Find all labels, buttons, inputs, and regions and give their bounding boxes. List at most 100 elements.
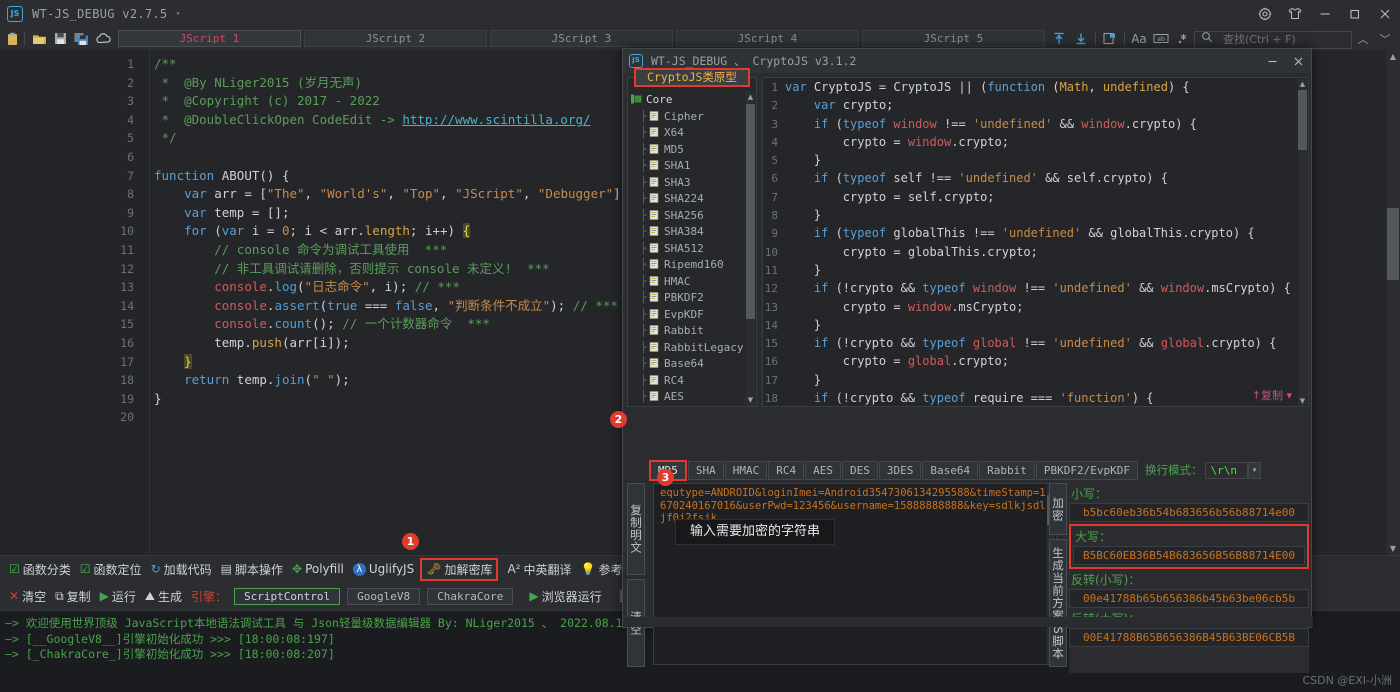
settings-icon[interactable] <box>1250 0 1280 27</box>
tree-node-RC4[interactable]: ├ RC4 <box>628 373 758 390</box>
algo-tab-AES[interactable]: AES <box>805 460 841 480</box>
goto-top-icon[interactable] <box>1048 29 1070 48</box>
algo-tab-Rabbit[interactable]: Rabbit <box>979 460 1035 480</box>
engine-GoogleV8[interactable]: GoogleV8 <box>347 587 421 605</box>
action-运行[interactable]: ▶ 运行 <box>100 588 136 605</box>
tree-node-Base64[interactable]: ├ Base64 <box>628 356 758 373</box>
theme-shirt-icon[interactable] <box>1280 0 1310 27</box>
find-next-button[interactable]: ﹀ <box>1374 31 1396 47</box>
tree-node-AES[interactable]: ├ AES <box>628 389 758 406</box>
engine-ChakraCore[interactable]: ChakraCore <box>427 587 514 605</box>
tree-node-TripleDES[interactable]: ├TripleDES <box>628 406 758 407</box>
scroll-up-arrow[interactable]: ▲ <box>1387 50 1399 63</box>
feature-函数分类[interactable]: ☑ 函数分类 <box>9 561 71 578</box>
class-tree-list[interactable]: Core ├ Cipher ├ X64 ├ MD5 ├ SHA1 ├ SHA3 ├ SHA224 ├ SHA… <box>628 92 758 406</box>
engine-ScriptControl[interactable]: ScriptControl <box>234 587 341 605</box>
algo-tab-3DES[interactable]: 3DES <box>878 460 922 480</box>
close-icon[interactable] <box>1285 49 1311 73</box>
cryptojs-source-view[interactable]: 1 var CryptoJS = CryptoJS || (function (M… <box>762 77 1309 407</box>
algo-tab-PBKDF2/EvpKDF[interactable]: PBKDF2/EvpKDF <box>1035 460 1138 480</box>
wrapmode-value[interactable]: \r\n <box>1205 461 1248 479</box>
tree-node-Rabbit[interactable]: ├ Rabbit <box>628 323 758 340</box>
script-tab-4[interactable]: JScript 4 <box>675 30 859 47</box>
feature-加载代码[interactable]: ↻ 加载代码 <box>151 561 212 578</box>
cryptojs-source-lines[interactable]: 1 var CryptoJS = CryptoJS || (function (M… <box>763 78 1308 406</box>
tree-node-EvpKDF[interactable]: ├ EvpKDF <box>628 307 758 324</box>
search-input[interactable] <box>1194 30 1352 49</box>
algo-tab-SHA[interactable]: SHA <box>687 460 724 480</box>
algo-tab-HMAC[interactable]: HMAC <box>724 460 768 480</box>
tree-node-SHA256[interactable]: ├ SHA256 <box>628 208 758 225</box>
feature-Polyfill[interactable]: ✥ Polyfill <box>292 562 344 576</box>
tree-node-Core[interactable]: Core <box>628 92 758 109</box>
script-tab-1[interactable]: JScript 1 <box>117 30 301 47</box>
whole-word-icon[interactable]: ab <box>1150 29 1172 48</box>
script-tab-2[interactable]: JScript 2 <box>303 30 487 47</box>
cryptojs-window[interactable]: JS WT-JS_DEBUG 、 CryptoJS v3.1.2 CryptoJ… <box>622 48 1313 673</box>
editor-vertical-scrollbar[interactable]: ▲ ▼ <box>1386 50 1400 555</box>
tree-node-MD5[interactable]: ├ MD5 <box>628 142 758 159</box>
script-tab-5[interactable]: JScript 5 <box>861 30 1045 47</box>
action-清空[interactable]: ✕ 清空 <box>9 588 46 605</box>
tree-node-RabbitLegacy[interactable]: ├ RabbitLegacy <box>628 340 758 357</box>
regex-icon[interactable] <box>1172 29 1194 48</box>
bookmark-icon[interactable] <box>1099 29 1121 48</box>
tree-node-SHA1[interactable]: ├ SHA1 <box>628 158 758 175</box>
close-icon[interactable] <box>1370 0 1400 27</box>
scrollbar-thumb[interactable] <box>1298 90 1307 150</box>
tree-node-Ripemd160[interactable]: ├ Ripemd160 <box>628 257 758 274</box>
minimize-icon[interactable] <box>1310 0 1340 27</box>
scroll-up-arrow[interactable]: ▲ <box>1298 79 1307 90</box>
chevron-down-icon[interactable]: ▾ <box>175 9 180 18</box>
algo-tab-Base64[interactable]: Base64 <box>922 460 979 480</box>
tree-node-SHA512[interactable]: ├ SHA512 <box>628 241 758 258</box>
match-case-icon[interactable]: Aa <box>1128 29 1150 48</box>
action-浏览器运行[interactable]: ▶ 浏览器运行 <box>529 588 601 605</box>
algo-tab-RC4[interactable]: RC4 <box>768 460 805 480</box>
algo-tab-DES[interactable]: DES <box>842 460 878 480</box>
minimize-icon[interactable] <box>1259 49 1285 73</box>
output-value[interactable]: 00E41788B65B656386B45B63BE06CB5B <box>1069 628 1309 647</box>
tree-node-X64[interactable]: ├ X64 <box>628 125 758 142</box>
plaintext-input[interactable]: equtype=ANDROID&loginImei=Android3547306… <box>653 483 1057 665</box>
copy-plaintext-button[interactable]: 复制明文 <box>627 483 645 575</box>
tree-node-SHA384[interactable]: ├ SHA384 <box>628 224 758 241</box>
save-icon[interactable] <box>52 29 70 48</box>
tree-node-SHA3[interactable]: ├ SHA3 <box>628 175 758 192</box>
tree-node-Cipher[interactable]: ├ Cipher <box>628 109 758 126</box>
open-folder-icon[interactable] <box>31 29 49 48</box>
scrollbar-thumb[interactable] <box>746 104 755 319</box>
script-tab-3[interactable]: JScript 3 <box>489 30 673 47</box>
scroll-down-arrow[interactable]: ▼ <box>1387 542 1399 555</box>
output-value[interactable]: b5bc60eb36b54b683656b56b88714e00 <box>1069 503 1309 522</box>
action-复制[interactable]: ⧉ 复制 <box>55 588 91 605</box>
scroll-down-arrow[interactable]: ▼ <box>746 395 755 406</box>
class-tree-scrollbar[interactable]: ▲ ▼ <box>746 92 755 406</box>
class-tree-panel[interactable]: CryptoJS类原型 Core ├ Cipher ├ X64 ├ MD5 ├ SHA1 ├ SHA… <box>627 68 758 407</box>
scrollbar-thumb[interactable] <box>1387 208 1399 280</box>
find-prev-button[interactable]: ︿ <box>1352 31 1374 47</box>
encrypt-button[interactable]: 加密 <box>1049 483 1067 535</box>
generate-script-button[interactable]: 生成当前方案JS脚本 <box>1049 539 1067 667</box>
chevron-down-icon[interactable]: ▾ <box>1247 461 1261 479</box>
copy-source-button[interactable]: ↑复制 ▾ <box>1252 387 1292 403</box>
feature-中英翻译[interactable]: A² 中英翻译 <box>507 561 571 578</box>
output-value[interactable]: B5BC60EB36B54B683656B56B88714E00 <box>1073 546 1305 565</box>
tree-node-HMAC[interactable]: ├ HMAC <box>628 274 758 291</box>
scroll-down-arrow[interactable]: ▼ <box>1298 396 1307 406</box>
tree-node-SHA224[interactable]: ├ SHA224 <box>628 191 758 208</box>
feature-加解密库[interactable]: 🗝 加解密库 <box>420 557 499 581</box>
cloud-icon[interactable] <box>94 29 112 48</box>
maximize-icon[interactable] <box>1340 0 1370 27</box>
output-value[interactable]: 00e41788b65b656386b45b63be06cb5b <box>1069 589 1309 608</box>
feature-脚本操作[interactable]: ▤ 脚本操作 <box>221 561 283 578</box>
tree-node-PBKDF2[interactable]: ├ PBKDF2 <box>628 290 758 307</box>
action-生成[interactable]: ⛰ 生成 <box>145 588 182 605</box>
goto-bottom-icon[interactable] <box>1070 29 1092 48</box>
save-all-icon[interactable] <box>73 29 91 48</box>
feature-UglifyJS[interactable]: λ UglifyJS <box>352 562 414 576</box>
clipboard-icon[interactable] <box>3 29 21 48</box>
scroll-up-arrow[interactable]: ▲ <box>746 92 755 103</box>
feature-函数定位[interactable]: ☑ 函数定位 <box>80 561 142 578</box>
cryptojs-source-scrollbar[interactable]: ▲ ▼ <box>1298 79 1307 406</box>
